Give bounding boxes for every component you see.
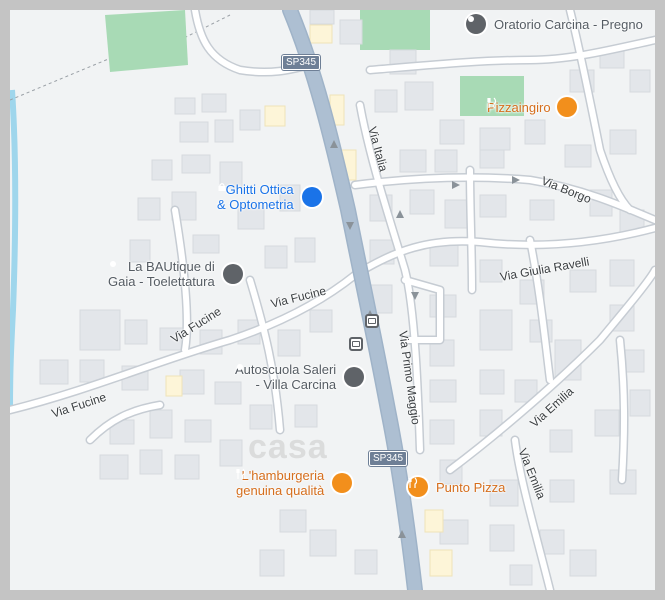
shopping-bag-icon [218, 183, 322, 207]
place-pin-icon [237, 364, 365, 387]
poi-bautique[interactable]: La BAUtique di Gaia - Toelettatura [108, 259, 243, 289]
poi-autoscuola[interactable]: Autoscuola Saleri - Villa Carcina [235, 362, 365, 392]
poi-oratorio[interactable]: Oratorio Carcina - Pregno [466, 14, 643, 34]
poi-label: Autoscuola Saleri - Villa Carcina [235, 362, 337, 392]
poi-label: L'hamburgeria genuina qualità [236, 468, 325, 498]
park-northwest [105, 10, 188, 72]
poi-ghitti[interactable]: Ghitti Ottica & Optometria [217, 182, 322, 212]
bus-stop-icon[interactable] [365, 314, 379, 328]
park-north [360, 10, 430, 50]
route-shield-sp345: SP345 [282, 55, 321, 70]
poi-label: Ghitti Ottica & Optometria [217, 182, 294, 212]
route-shield-sp345: SP345 [369, 451, 408, 466]
watermark: casa [248, 428, 328, 466]
poi-pizzaingiro[interactable]: Pizzaingiro [487, 97, 577, 117]
fork-knife-icon [408, 477, 428, 497]
river [10, 89, 19, 411]
poi-label: Oratorio Carcina - Pregno [494, 16, 643, 32]
poi-label: Punto Pizza [436, 479, 506, 495]
place-pin-icon [110, 261, 243, 284]
poi-hamburgeria[interactable]: L'hamburgeria genuina qualità [236, 468, 353, 498]
poi-label: La BAUtique di Gaia - Toelettatura [108, 259, 215, 289]
fork-knife-icon [487, 97, 577, 117]
bus-stop-icon[interactable] [349, 337, 363, 351]
map-canvas[interactable]: Oratorio Carcina - Pregno Pizzaingiro Gh… [10, 10, 655, 590]
fork-knife-icon [236, 468, 353, 493]
map-frame: Oratorio Carcina - Pregno Pizzaingiro Gh… [0, 0, 665, 600]
poi-puntopizza[interactable]: Punto Pizza [408, 477, 505, 497]
place-pin-icon [466, 14, 486, 34]
